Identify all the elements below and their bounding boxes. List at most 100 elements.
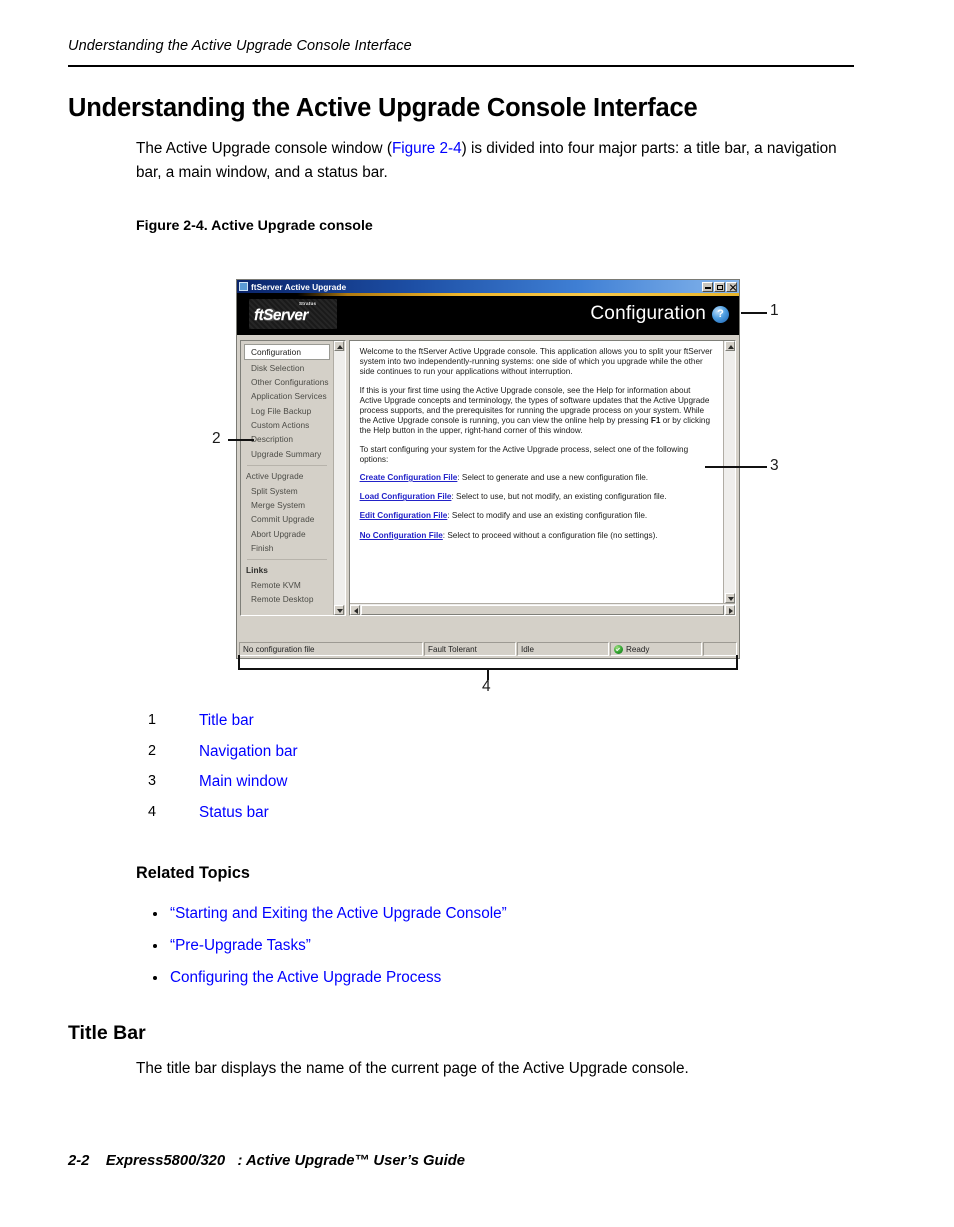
related-topics-heading: Related Topics [136,864,250,882]
callout-4-number: 4 [482,678,491,695]
main-scroll-up-icon[interactable] [724,341,735,351]
nav-item-custom-actions[interactable]: Custom Actions [241,418,333,432]
related-topic-link-2[interactable]: “Pre-Upgrade Tasks” [170,937,311,955]
load-configuration-file-desc: : Select to use, but not modify, an exis… [451,492,667,502]
nav-item-upgrade-summary[interactable]: Upgrade Summary [241,447,333,461]
nav-item-log-file-backup[interactable]: Log File Backup [241,404,333,418]
main-window-content: Welcome to the ftServer Active Upgrade c… [349,341,723,603]
list-item: Configuring the Active Upgrade Process [0,969,954,1001]
stratus-wordmark: Stratus [299,301,317,306]
nav-scrollbar[interactable] [332,341,345,615]
maximize-icon[interactable] [714,281,725,292]
welcome-paragraph: Welcome to the ftServer Active Upgrade c… [359,347,713,377]
app-icon [239,282,248,291]
legend-row: 2 Navigation bar [0,743,954,774]
nav-scroll-down-icon[interactable] [334,605,345,615]
main-scroll-h-thumb[interactable] [360,604,724,615]
option-load-configuration: Load Configuration File: Select to use, … [360,492,714,502]
main-horizontal-scrollbar[interactable] [349,603,735,615]
legend-number-1: 1 [148,712,157,728]
window-title-text: ftServer Active Upgrade [251,281,347,292]
help-icon[interactable]: ? [712,305,729,323]
no-configuration-file-desc: : Select to proceed without a configurat… [442,530,658,540]
page-title: Understanding the Active Upgrade Console… [68,94,698,122]
intro-paragraph: The Active Upgrade console window (Figur… [136,137,852,185]
legend-label-navigation-bar[interactable]: Navigation bar [199,743,298,761]
main-window-inner: Welcome to the ftServer Active Upgrade c… [349,341,735,603]
related-topic-link-3[interactable]: Configuring the Active Upgrade Process [170,969,441,987]
callout-4-bracket-right [736,655,738,670]
window-controls [702,281,737,292]
nav-item-remote-kvm[interactable]: Remote KVM [241,578,333,592]
close-icon[interactable] [726,281,737,292]
nav-item-split-system[interactable]: Split System [241,483,333,497]
legend-number-3: 3 [148,773,157,789]
nav-item-finish[interactable]: Finish [241,541,333,555]
edit-configuration-file-link[interactable]: Edit Configuration File [360,511,448,520]
ftserver-logo: Stratus ftServer [249,299,337,329]
intro-text-before: The Active Upgrade console window ( [136,140,392,157]
main-window: Welcome to the ftServer Active Upgrade c… [348,340,736,616]
no-configuration-file-link[interactable]: No Configuration File [360,531,443,540]
create-configuration-file-desc: : Select to generate and use a new confi… [457,473,649,483]
nav-item-description[interactable]: Description [241,432,333,446]
nav-divider-2 [247,559,327,561]
nav-item-application-services[interactable]: Application Services [241,389,333,403]
status-fault-tolerant: Fault Tolerant [424,642,516,656]
window-titlebar: ftServer Active Upgrade [237,280,739,293]
nav-group-links: Links [246,565,268,576]
legend-number-2: 2 [148,742,157,759]
nav-item-merge-system[interactable]: Merge System [241,498,333,512]
option-no-configuration: No Configuration File: Select to proceed… [360,531,714,541]
legend-label-title-bar[interactable]: Title bar [199,712,254,730]
console-window: ftServer Active Upgrade Stratus ftServer… [236,279,740,659]
figure-caption: Figure 2-4. Active Upgrade console [136,218,373,234]
nav-item-remote-desktop[interactable]: Remote Desktop [241,592,333,606]
nav-item-disk-selection[interactable]: Disk Selection [241,360,333,374]
main-scroll-v-track[interactable] [724,351,735,593]
option-create-configuration: Create Configuration File: Select to gen… [360,473,714,483]
related-topics-list: “Starting and Exiting the Active Upgrade… [0,905,954,1001]
list-item: “Starting and Exiting the Active Upgrade… [0,905,954,937]
status-ready-label: Ready [626,644,650,654]
bullet-icon [153,944,157,948]
callout-2-line [228,439,254,441]
main-vertical-scrollbar[interactable] [723,341,735,603]
title-bar-section-heading: Title Bar [68,1022,146,1044]
navigation-bar: Configuration Disk Selection Other Confi… [240,340,346,616]
main-scroll-left-icon[interactable] [349,604,360,615]
bullet-icon [153,912,157,916]
running-head: Understanding the Active Upgrade Console… [68,38,412,54]
callout-3-number: 3 [770,457,779,474]
status-bar: No configuration file Fault Tolerant Idl… [239,642,737,656]
nav-divider-1 [247,465,327,466]
main-scroll-down-icon[interactable] [724,593,735,603]
load-configuration-file-link[interactable]: Load Configuration File [360,492,452,501]
options-intro-paragraph: To start configuring your system for the… [359,444,689,464]
nav-item-other-configurations[interactable]: Other Configurations [241,375,333,389]
minimize-icon[interactable] [702,281,713,292]
ftserver-wordmark: ftServer [254,307,308,324]
title-bar-section-paragraph: The title bar displays the name of the c… [136,1060,689,1077]
status-configuration-file: No configuration file [239,642,423,656]
bullet-icon [153,976,157,980]
callout-2-number: 2 [212,430,221,447]
nav-group-active-upgrade[interactable]: Active Upgrade [241,469,333,483]
legend-label-main-window[interactable]: Main window [199,773,287,791]
related-topic-link-1[interactable]: “Starting and Exiting the Active Upgrade… [170,905,507,923]
figure-2-4-link[interactable]: Figure 2-4 [392,140,462,157]
f1-key-label: F1 [650,416,661,426]
legend-label-status-bar[interactable]: Status bar [199,804,269,822]
help-paragraph: If this is your first time using the Act… [360,386,714,437]
nav-item-abort-upgrade[interactable]: Abort Upgrade [241,527,333,541]
main-scroll-right-icon[interactable] [725,604,735,615]
nav-item-configuration[interactable]: Configuration [244,344,330,361]
list-item: “Pre-Upgrade Tasks” [0,937,954,969]
page-footer: 2-2 Express5800/320 : Active Upgrade™ Us… [68,1153,465,1169]
navigation-list: Configuration Disk Selection Other Confi… [241,341,333,615]
nav-item-commit-upgrade[interactable]: Commit Upgrade [241,512,333,526]
callout-1-number: 1 [770,302,779,319]
create-configuration-file-link[interactable]: Create Configuration File [360,473,458,482]
nav-scroll-track[interactable] [333,351,345,605]
nav-scroll-up-icon[interactable] [334,341,345,351]
